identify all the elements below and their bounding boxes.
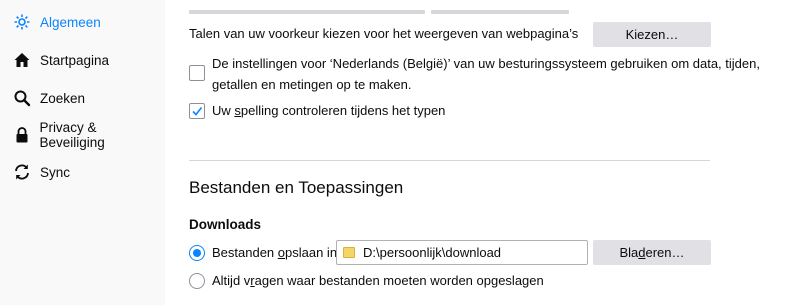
language-label: Talen van uw voorkeur kiezen voor het we… <box>189 26 579 41</box>
lock-icon <box>12 125 31 145</box>
browse-button[interactable]: Bla d eren… <box>593 240 711 265</box>
always-ask-radio[interactable] <box>189 273 205 289</box>
download-path: D:\persoonlijk\download <box>363 245 502 260</box>
label-part: Altijd v <box>212 273 251 288</box>
label-part: agen waar bestanden moeten worden opgesl… <box>254 273 544 288</box>
checkmark-icon <box>192 107 203 116</box>
sidebar-item-privacy[interactable]: Privacy & Beveiliging <box>12 120 162 150</box>
sidebar-item-label: Startpagina <box>40 52 110 68</box>
sidebar-item-label: Sync <box>40 164 71 180</box>
sidebar: Algemeen Startpagina Zoeken Privacy & Be… <box>0 0 165 305</box>
label-part: Uw <box>212 103 235 118</box>
always-ask-label: Altijd vragen waar bestanden moeten word… <box>212 271 544 291</box>
scroll-remnant <box>189 10 425 14</box>
sidebar-item-label: Algemeen <box>40 14 101 30</box>
download-folder-field[interactable]: D:\persoonlijk\download <box>336 240 588 265</box>
locale-checkbox-label-line1: De instellingen voor ‘Nederlands (België… <box>212 56 760 71</box>
choose-languages-button[interactable]: Kiezen… <box>593 22 711 47</box>
folder-icon <box>343 247 355 258</box>
gear-icon <box>12 12 32 32</box>
label-part: pelling controleren tijdens het typen <box>240 103 446 118</box>
save-to-label: Bestanden opsla​an in <box>212 243 337 263</box>
scroll-remnant <box>431 10 569 14</box>
label-part: psla​an in <box>285 245 338 260</box>
access-key: o <box>277 245 286 260</box>
section-title: Bestanden en Toepassingen <box>189 178 404 197</box>
home-icon <box>12 50 32 70</box>
spelling-checkbox-label: Uw spelling controleren tijdens het type… <box>212 101 445 121</box>
save-to-radio[interactable] <box>189 245 205 261</box>
locale-checkbox-label-line2: getallen en metingen op te maken. <box>212 77 412 92</box>
main-content: Talen van uw voorkeur kiezen voor het we… <box>165 0 799 305</box>
section-divider <box>189 160 710 161</box>
sidebar-item-label: Zoeken <box>40 90 86 106</box>
sync-icon <box>12 162 32 182</box>
label-part: eren… <box>645 245 685 260</box>
sidebar-item-home[interactable]: Startpagina <box>12 48 162 72</box>
sidebar-item-general[interactable]: Algemeen <box>12 10 162 34</box>
search-icon <box>12 88 32 108</box>
label-part: Bla <box>619 245 639 260</box>
locale-checkbox[interactable] <box>189 65 205 81</box>
radio-dot <box>193 249 201 257</box>
access-key: d <box>638 245 646 260</box>
sidebar-item-label: Privacy & Beveiliging <box>39 120 105 150</box>
sidebar-item-search[interactable]: Zoeken <box>12 86 162 110</box>
spelling-checkbox[interactable] <box>189 103 205 119</box>
label-part: Bestanden <box>212 245 278 260</box>
downloads-heading: Downloads <box>189 217 262 232</box>
sidebar-item-sync[interactable]: Sync <box>12 160 162 184</box>
